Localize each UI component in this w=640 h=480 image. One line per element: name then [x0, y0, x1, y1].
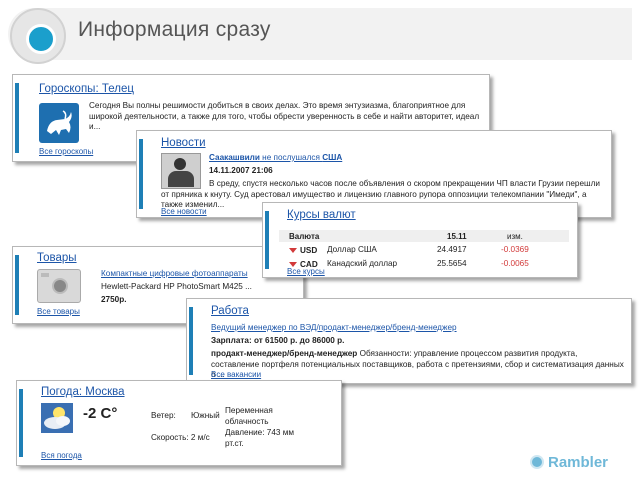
goods-product: Hewlett-Packard HP PhotoSmart M425 ... [101, 282, 252, 291]
weather-card: Погода: Москва -2 C° Ветер: Южный Скорос… [16, 380, 342, 466]
jobs-card: Работа Ведущий менеджер по ВЭД/продакт-м… [186, 298, 632, 384]
card-accent [15, 255, 19, 315]
all-horoscopes-link[interactable]: Все гороскопы [39, 147, 93, 156]
card-accent [15, 83, 19, 153]
all-goods-link[interactable]: Все товары [37, 307, 80, 316]
goods-title[interactable]: Товары [37, 252, 77, 264]
card-accent [139, 139, 143, 209]
jobs-salary: Зарплата: от 61500 р. до 86000 р. [211, 336, 345, 345]
cloudy-icon [41, 403, 73, 433]
wind-label: Ветер: [151, 411, 176, 420]
wind-value: Южный [191, 411, 220, 420]
rates-title[interactable]: Курсы валют [287, 209, 356, 221]
news-datetime: 14.11.2007 21:06 [209, 166, 273, 175]
weather-condition: Переменная облачность [225, 406, 273, 426]
all-rates-link[interactable]: Все курсы [287, 267, 325, 277]
card-accent [265, 211, 269, 269]
all-weather-link[interactable]: Вся погода [41, 451, 82, 460]
camera-icon [37, 269, 81, 303]
rates-col-change: изм. [507, 232, 523, 241]
news-headline[interactable]: Саакашвили не послушался США [209, 153, 342, 164]
news-title[interactable]: Новости [161, 137, 206, 149]
weather-pressure: Давление: 743 мм рт.ст. [225, 428, 294, 448]
rambler-brand: Rambler [548, 454, 609, 471]
horoscope-text: Сегодня Вы полны решимости добиться в св… [89, 101, 480, 131]
vacancy-link[interactable]: Ведущий менеджер по ВЭД/продакт-менеджер… [211, 323, 457, 334]
horoscope-title[interactable]: Гороскопы: Телец [39, 83, 134, 95]
all-news-link[interactable]: Все новости [161, 207, 207, 216]
weather-title[interactable]: Погода: Москва [41, 386, 125, 398]
down-arrow-icon [289, 248, 297, 253]
rates-row-usd: USD Доллар США 24.4917 -0.0369 [279, 244, 569, 256]
logo-icon [10, 8, 66, 64]
weather-temperature: -2 C° [83, 405, 118, 422]
taurus-icon [39, 103, 79, 143]
rambler-logo-icon [530, 455, 544, 469]
rates-card: Курсы валют Валюта 15.11 изм. USD Доллар… [262, 202, 578, 278]
jobs-description: продакт-менеджер/бренд-менеджер Обязанно… [211, 349, 624, 379]
goods-price: 2750р. [101, 295, 127, 304]
page-title: Информация сразу [78, 18, 271, 41]
rates-col-date: 15.11 [447, 232, 467, 241]
all-jobs-link[interactable]: Все вакансии [211, 370, 261, 379]
rates-table-header: Валюта 15.11 изм. [279, 230, 569, 242]
jobs-title[interactable]: Работа [211, 305, 249, 317]
card-accent [189, 307, 193, 375]
card-accent [19, 389, 23, 457]
rates-col-currency: Валюта [289, 232, 320, 241]
goods-category-link[interactable]: Компактные цифровые фотоаппараты [101, 269, 248, 280]
wind-speed: Скорость: 2 м/с [151, 433, 210, 442]
